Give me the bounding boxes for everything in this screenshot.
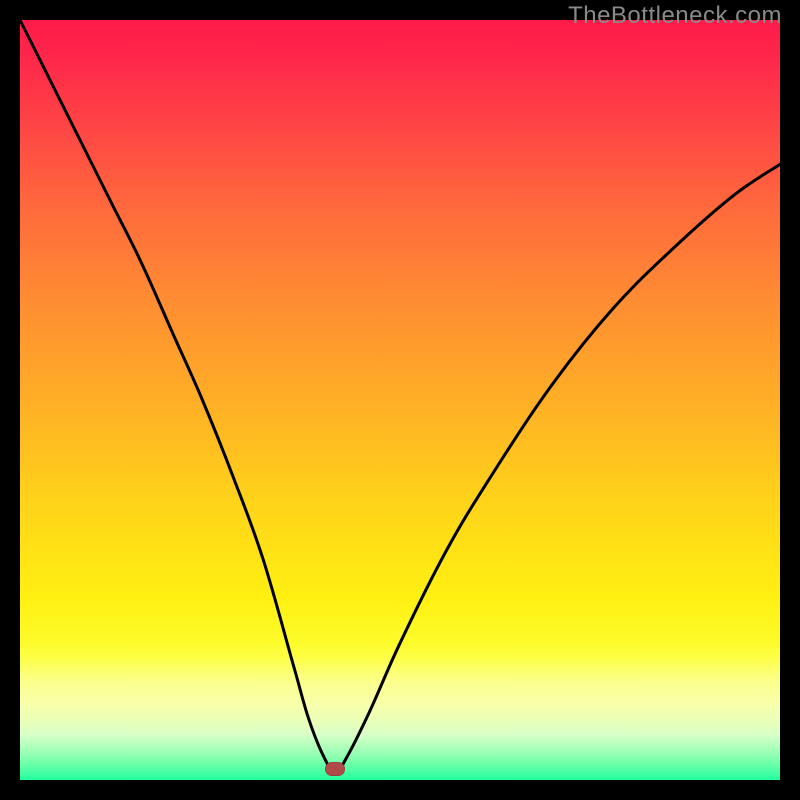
watermark-text: TheBottleneck.com xyxy=(568,2,782,30)
curve-layer xyxy=(20,20,780,780)
optimal-marker xyxy=(325,762,345,776)
bottleneck-curve-path xyxy=(20,20,780,772)
chart-frame: TheBottleneck.com xyxy=(0,0,800,800)
plot-area xyxy=(20,20,780,780)
